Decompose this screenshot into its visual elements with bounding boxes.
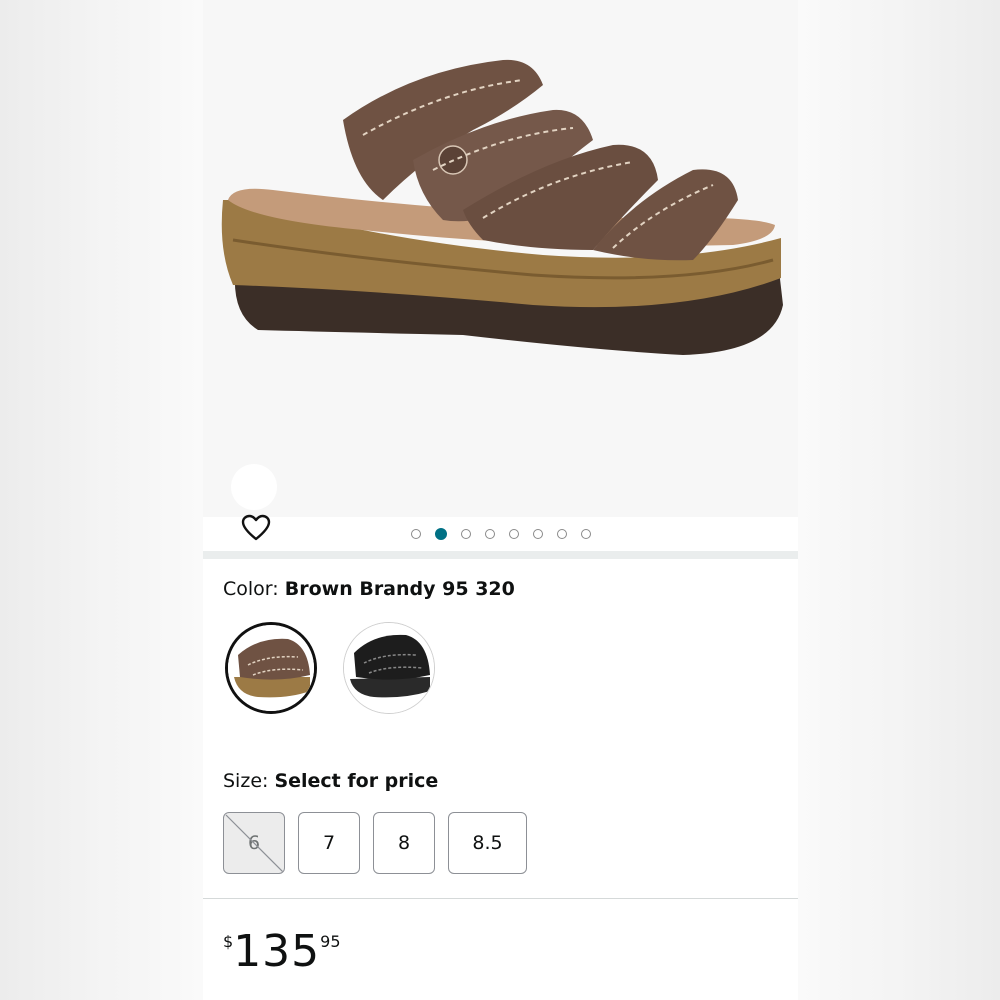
carousel-dot[interactable] xyxy=(508,529,519,539)
carousel-dot[interactable] xyxy=(410,529,421,539)
black-sandal-thumbnail xyxy=(344,623,434,713)
size-option-7[interactable]: 7 xyxy=(298,812,360,874)
swatch-black[interactable] xyxy=(343,622,435,714)
color-label-line: Color: Brown Brandy 95 320 xyxy=(223,578,515,600)
size-label: Size: xyxy=(223,770,269,792)
color-label: Color: xyxy=(223,578,279,600)
size-option-8[interactable]: 8 xyxy=(373,812,435,874)
price-symbol: $ xyxy=(223,932,234,951)
size-label-8: 8 xyxy=(397,832,411,854)
size-option-6[interactable]: 6 xyxy=(223,812,285,874)
wishlist-button[interactable] xyxy=(231,464,277,541)
price-fraction: 95 xyxy=(320,932,341,951)
size-label-7: 7 xyxy=(322,832,336,854)
divider xyxy=(203,898,798,899)
carousel-dot[interactable] xyxy=(484,529,495,539)
image-carousel-dots[interactable] xyxy=(203,517,798,551)
product-image[interactable] xyxy=(203,0,798,541)
carousel-dot[interactable] xyxy=(460,529,471,539)
color-value: Brown Brandy 95 320 xyxy=(284,578,515,600)
size-value: Select for price xyxy=(274,770,439,792)
size-label-line: Size: Select for price xyxy=(223,770,438,792)
carousel-dot[interactable] xyxy=(532,529,543,539)
price-whole: 135 xyxy=(233,926,321,977)
carousel-dot[interactable] xyxy=(556,529,567,539)
price: $ 135 95 xyxy=(223,926,341,978)
left-margin xyxy=(0,0,203,1000)
right-margin xyxy=(798,0,1000,1000)
swatch-brown[interactable] xyxy=(225,622,317,714)
brown-sandal-thumbnail xyxy=(228,625,314,711)
size-label-8-5: 8.5 xyxy=(472,832,503,854)
unavailable-strike-icon xyxy=(225,814,284,873)
product-page: Color: Brown Brandy 95 320 Size: Select … xyxy=(203,0,798,1000)
carousel-dot[interactable] xyxy=(434,528,447,540)
size-option-8-5[interactable]: 8.5 xyxy=(448,812,527,874)
section-separator xyxy=(203,551,798,559)
carousel-dot[interactable] xyxy=(580,529,591,539)
sandal-image xyxy=(221,59,783,355)
